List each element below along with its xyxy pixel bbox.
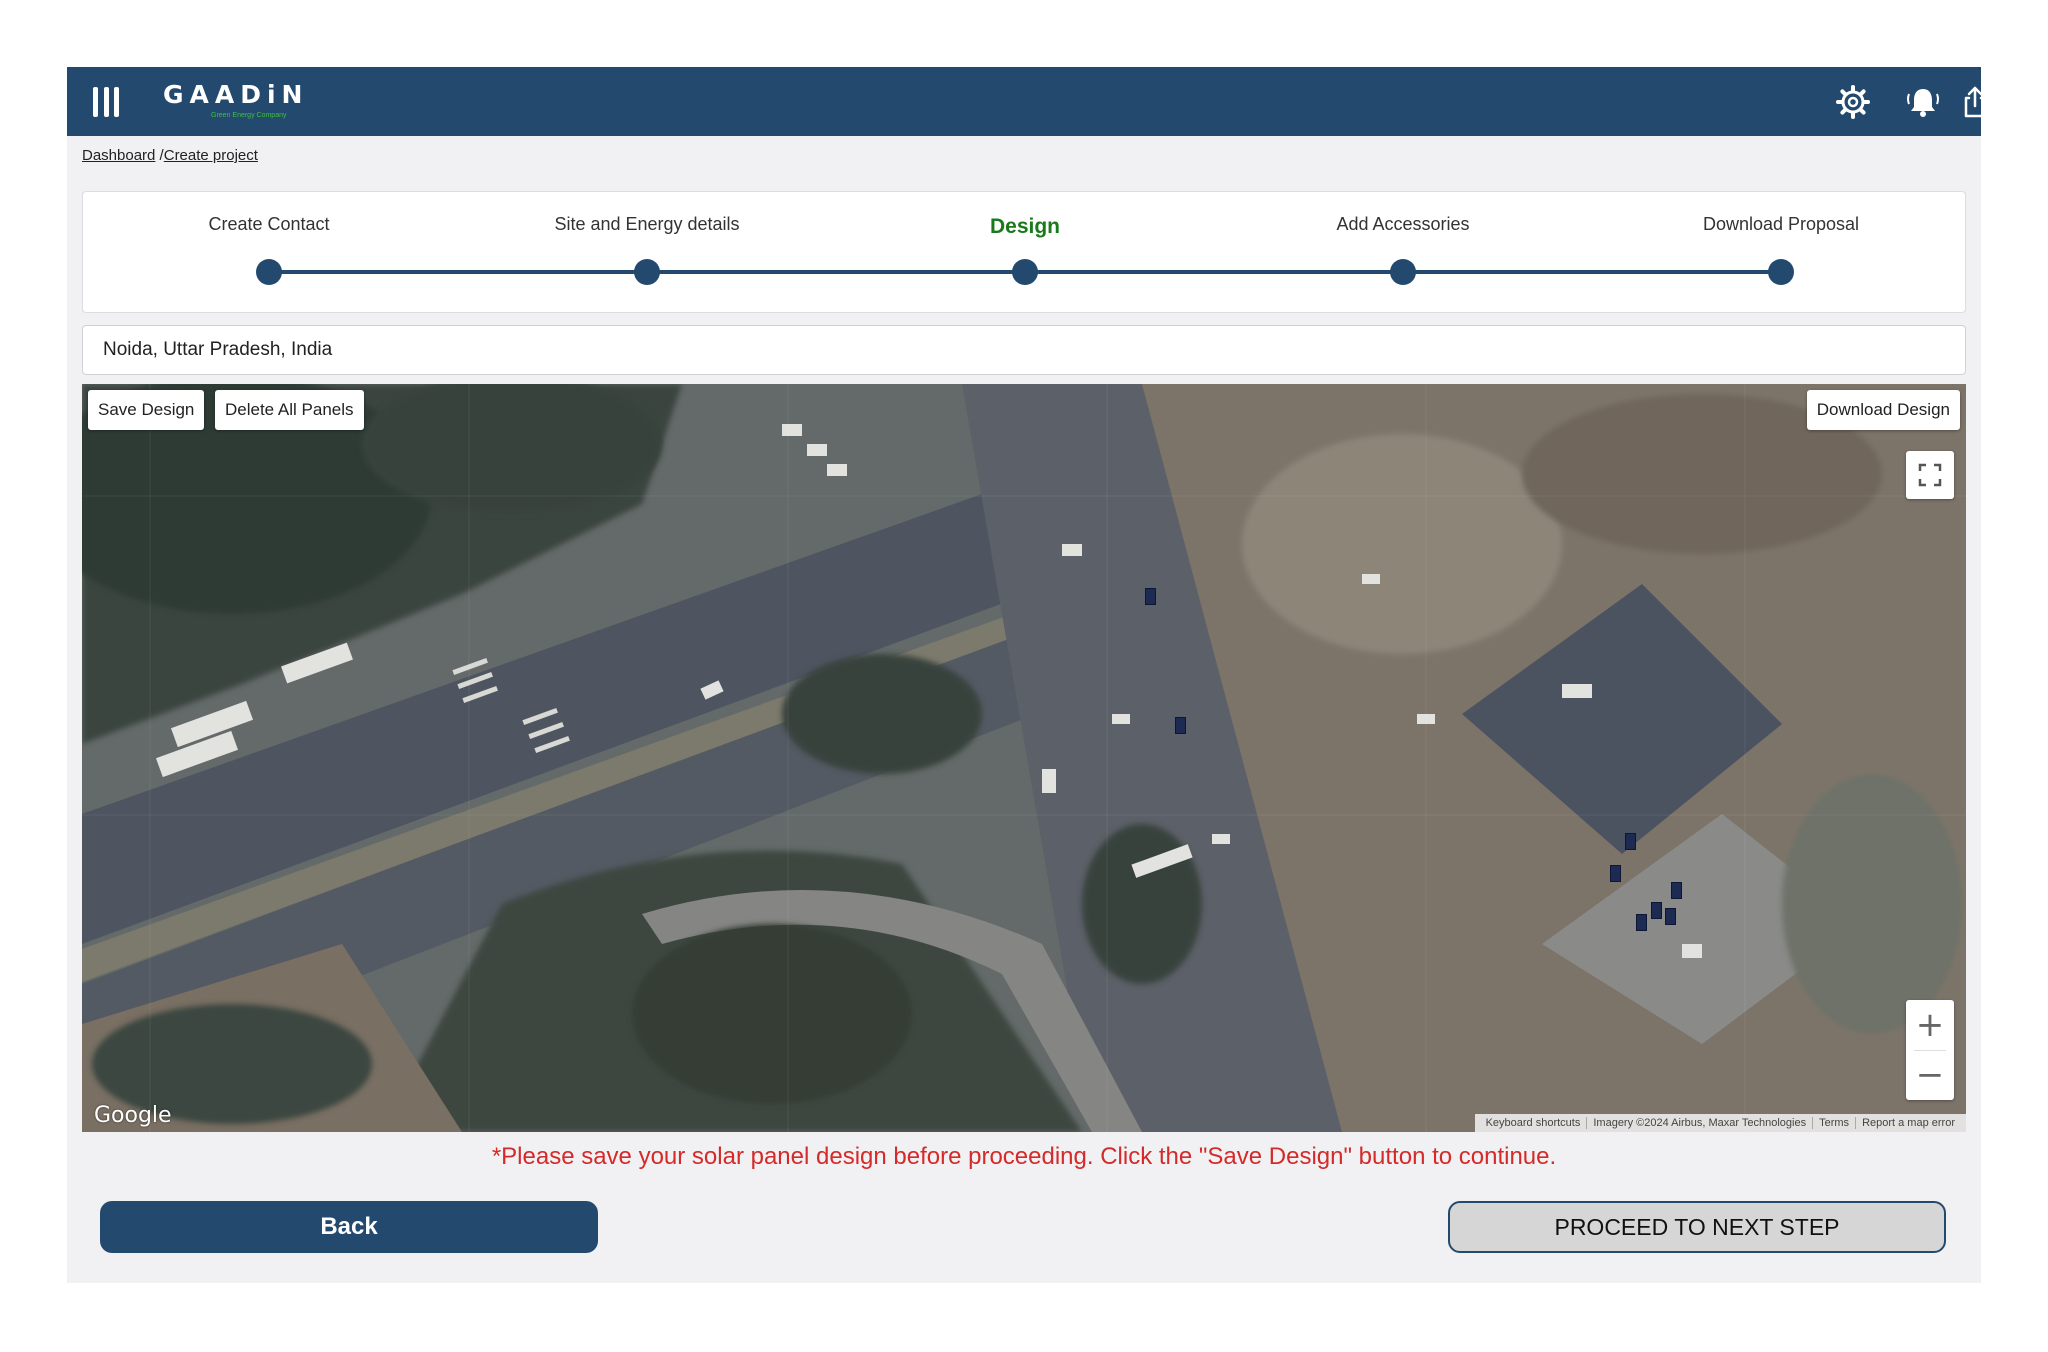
menu-icon[interactable] (93, 87, 119, 117)
bell-icon[interactable] (1905, 84, 1941, 120)
download-design-button[interactable]: Download Design (1806, 390, 1960, 430)
step-dot[interactable] (1768, 259, 1794, 285)
step-dot[interactable] (634, 259, 660, 285)
save-warning-message: *Please save your solar panel design bef… (491, 1143, 1557, 1170)
step-add-accessories[interactable]: Add Accessories (1253, 192, 1553, 314)
step-dot[interactable] (256, 259, 282, 285)
step-label: Design (989, 215, 1060, 238)
solar-panel[interactable] (1175, 717, 1186, 734)
zoom-control: + − (1906, 1000, 1954, 1100)
step-label: Create Contact (208, 214, 330, 234)
breadcrumb: Dashboard /Create project (82, 147, 258, 164)
step-design[interactable]: Design (875, 192, 1175, 314)
gear-icon[interactable] (1835, 84, 1871, 120)
solar-panel[interactable] (1610, 865, 1621, 882)
breadcrumb-separator: / (155, 147, 164, 164)
fullscreen-icon[interactable] (1906, 451, 1954, 499)
breadcrumb-create-project[interactable]: Create project (164, 147, 258, 164)
app-window: GAADiN Green Energy Company Dashboard /C… (67, 67, 1986, 1283)
step-download-proposal[interactable]: Download Proposal (1631, 192, 1931, 314)
zoom-out-button[interactable]: − (1906, 1050, 1954, 1100)
back-button[interactable]: Back (100, 1201, 598, 1253)
progress-stepper: Create Contact Site and Energy details D… (82, 191, 1966, 313)
satellite-imagery (82, 384, 1966, 1132)
solar-panel[interactable] (1625, 833, 1636, 850)
top-bar: GAADiN Green Energy Company (67, 67, 1986, 136)
zoom-in-button[interactable]: + (1906, 1000, 1954, 1050)
terms-link[interactable]: Terms (1813, 1117, 1857, 1129)
solar-panel[interactable] (1665, 908, 1676, 925)
satellite-map[interactable]: Save Design Delete All Panels Download D… (82, 384, 1966, 1132)
step-dot[interactable] (1012, 259, 1038, 285)
brand-logo[interactable]: GAADiN Green Energy Company (163, 81, 313, 125)
step-create-contact[interactable]: Create Contact (119, 192, 419, 314)
keyboard-shortcuts-link[interactable]: Keyboard shortcuts (1480, 1117, 1588, 1129)
solar-panel[interactable] (1145, 588, 1156, 605)
step-site-energy-details[interactable]: Site and Energy details (497, 192, 797, 314)
save-design-button[interactable]: Save Design (88, 390, 205, 430)
google-logo: Google (94, 1103, 172, 1128)
logo-tagline: Green Energy Company (211, 112, 287, 119)
proceed-next-step-button[interactable]: PROCEED TO NEXT STEP (1448, 1201, 1946, 1253)
share-icon[interactable] (1957, 84, 1993, 120)
delete-all-panels-button[interactable]: Delete All Panels (215, 390, 364, 430)
step-label: Add Accessories (1336, 214, 1470, 234)
step-dot[interactable] (1390, 259, 1416, 285)
imagery-credit: Imagery ©2024 Airbus, Maxar Technologies (1587, 1117, 1814, 1129)
location-search-input[interactable] (82, 325, 1966, 375)
logo-text: GAADiN (163, 80, 309, 109)
report-map-error-link[interactable]: Report a map error (1856, 1117, 1961, 1129)
solar-panel[interactable] (1636, 914, 1647, 931)
solar-panel[interactable] (1651, 902, 1662, 919)
breadcrumb-dashboard[interactable]: Dashboard (82, 147, 155, 164)
step-label: Site and Energy details (554, 214, 740, 234)
map-attribution: Keyboard shortcuts Imagery ©2024 Airbus,… (1474, 1114, 1966, 1132)
solar-panel[interactable] (1671, 882, 1682, 899)
step-label: Download Proposal (1702, 214, 1860, 234)
